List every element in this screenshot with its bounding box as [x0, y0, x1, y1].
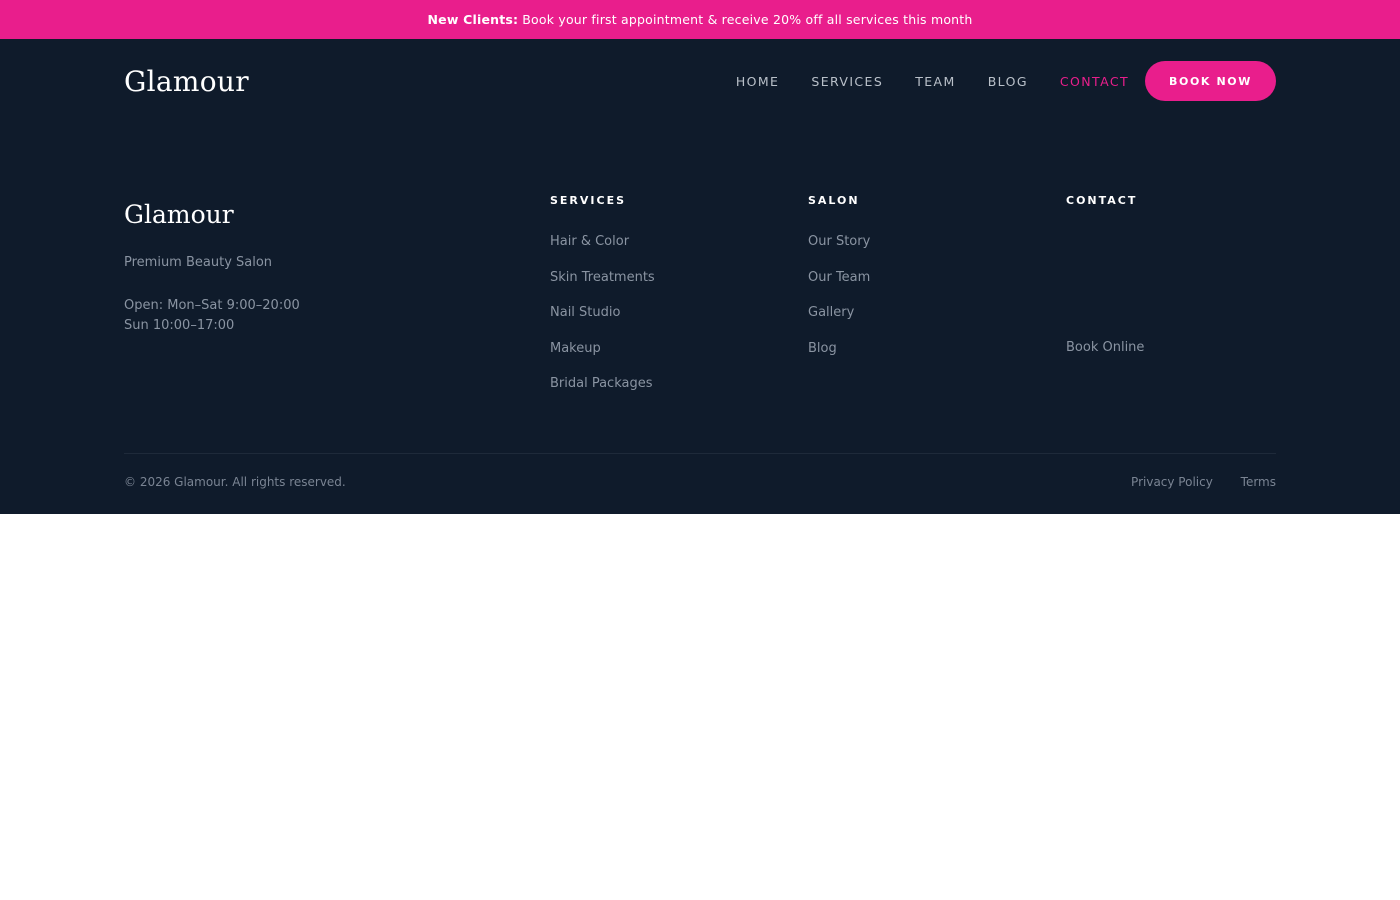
footer-link-makeup[interactable]: Makeup: [550, 341, 655, 377]
column-title-services: SERVICES: [550, 194, 627, 207]
logo[interactable]: Glamour: [124, 65, 249, 98]
copyright: © 2026 Glamour. All rights reserved.: [124, 475, 346, 489]
footer-link-bridal-packages[interactable]: Bridal Packages: [550, 376, 655, 412]
terms-link[interactable]: Terms: [1241, 475, 1276, 489]
footer-column-contact: CONTACT Book Online: [1066, 194, 1144, 376]
footer-link-gallery[interactable]: Gallery: [808, 305, 870, 341]
nav-services[interactable]: SERVICES: [811, 74, 883, 89]
footer-link-skin-treatments[interactable]: Skin Treatments: [550, 270, 655, 306]
footer-column-services: SERVICES Hair & Color Skin Treatments Na…: [550, 194, 655, 412]
header: Glamour HOME SERVICES TEAM BLOG CONTACT …: [124, 61, 1276, 101]
nav-contact[interactable]: CONTACT: [1060, 74, 1129, 89]
site-header-footer: Glamour HOME SERVICES TEAM BLOG CONTACT …: [0, 39, 1400, 514]
column-title-salon: SALON: [808, 194, 860, 207]
contact-details-empty: [1066, 234, 1144, 340]
hours-line-2: Sun 10:00–17:00: [124, 318, 235, 333]
nav-blog[interactable]: BLOG: [988, 74, 1028, 89]
nav-home[interactable]: HOME: [736, 74, 780, 89]
legal-links: Privacy Policy Terms: [1107, 475, 1276, 489]
privacy-policy-link[interactable]: Privacy Policy: [1131, 475, 1213, 489]
footer-tagline: Premium Beauty Salon: [124, 255, 273, 270]
footer-link-book-online[interactable]: Book Online: [1066, 340, 1144, 376]
hours-line-1: Open: Mon–Sat 9:00–20:00: [124, 298, 300, 313]
promo-label: New Clients:: [427, 12, 519, 27]
footer-logo: Glamour: [124, 200, 234, 229]
footer-link-our-team[interactable]: Our Team: [808, 270, 870, 306]
footer-link-hair-color[interactable]: Hair & Color: [550, 234, 655, 270]
footer-link-our-story[interactable]: Our Story: [808, 234, 870, 270]
footer-brand: Glamour Premium Beauty Salon Open: Mon–S…: [124, 200, 484, 336]
main-nav: HOME SERVICES TEAM BLOG CONTACT BOOK NOW: [704, 61, 1276, 101]
book-now-button[interactable]: BOOK NOW: [1145, 61, 1276, 101]
footer-link-blog[interactable]: Blog: [808, 341, 870, 377]
promo-text: Book your first appointment & receive 20…: [522, 12, 973, 27]
opening-hours: Open: Mon–Sat 9:00–20:00 Sun 10:00–17:00: [124, 296, 484, 336]
nav-team[interactable]: TEAM: [915, 74, 955, 89]
footer-bottom-bar: © 2026 Glamour. All rights reserved. Pri…: [124, 475, 1276, 489]
footer-column-salon: SALON Our Story Our Team Gallery Blog: [808, 194, 870, 376]
footer-divider: [124, 453, 1276, 454]
promo-banner: New Clients: Book your first appointment…: [0, 0, 1400, 39]
footer-link-nail-studio[interactable]: Nail Studio: [550, 305, 655, 341]
column-title-contact: CONTACT: [1066, 194, 1138, 207]
